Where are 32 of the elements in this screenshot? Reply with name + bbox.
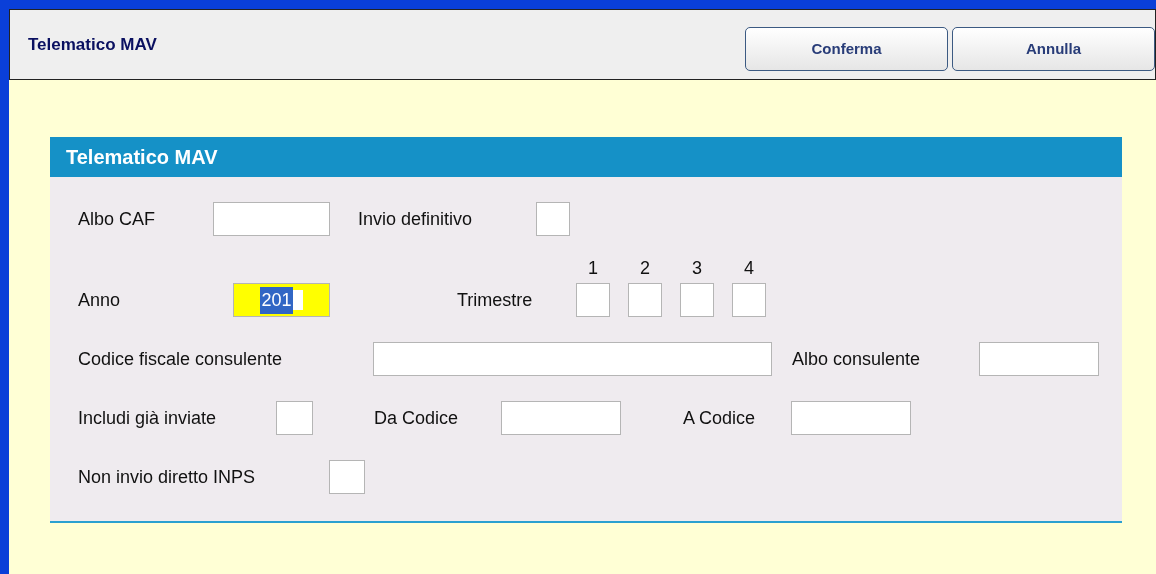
input-field[interactable] [979,342,1099,376]
input-field[interactable] [501,401,621,435]
field-label: Codice fiscale consulente [78,348,283,369]
field-label: Anno [78,289,121,310]
input-field[interactable] [791,401,911,435]
input-field[interactable]: 201 [233,283,330,317]
quarter-number: 1 [588,257,598,279]
field-label: Da Codice [374,407,459,428]
checkbox[interactable] [732,283,766,317]
field-label: Non invio diretto INPS [78,466,256,487]
field-label: Invio definitivo [358,208,473,229]
page-title: Telematico MAV [28,33,157,56]
field-label: Includi già inviate [78,407,217,428]
quarter-number: 3 [692,257,702,279]
panel-title: Telematico MAV [66,145,218,170]
field-label: Trimestre [457,289,533,310]
quarter-number: 4 [744,257,754,279]
checkbox[interactable] [628,283,662,317]
quarter-number: 2 [640,257,650,279]
field-label: Albo consulente [792,348,921,369]
field-label: Albo CAF [78,208,156,229]
input-field[interactable] [213,202,330,236]
cancel-button[interactable]: Annulla [952,27,1155,71]
field-label: A Codice [683,407,756,428]
checkbox[interactable] [680,283,714,317]
checkbox[interactable] [576,283,610,317]
checkbox[interactable] [276,401,313,435]
confirm-button[interactable]: Conferma [745,27,948,71]
checkbox[interactable] [329,460,365,494]
text-cursor [292,290,303,310]
checkbox[interactable] [536,202,570,236]
input-field[interactable] [373,342,772,376]
